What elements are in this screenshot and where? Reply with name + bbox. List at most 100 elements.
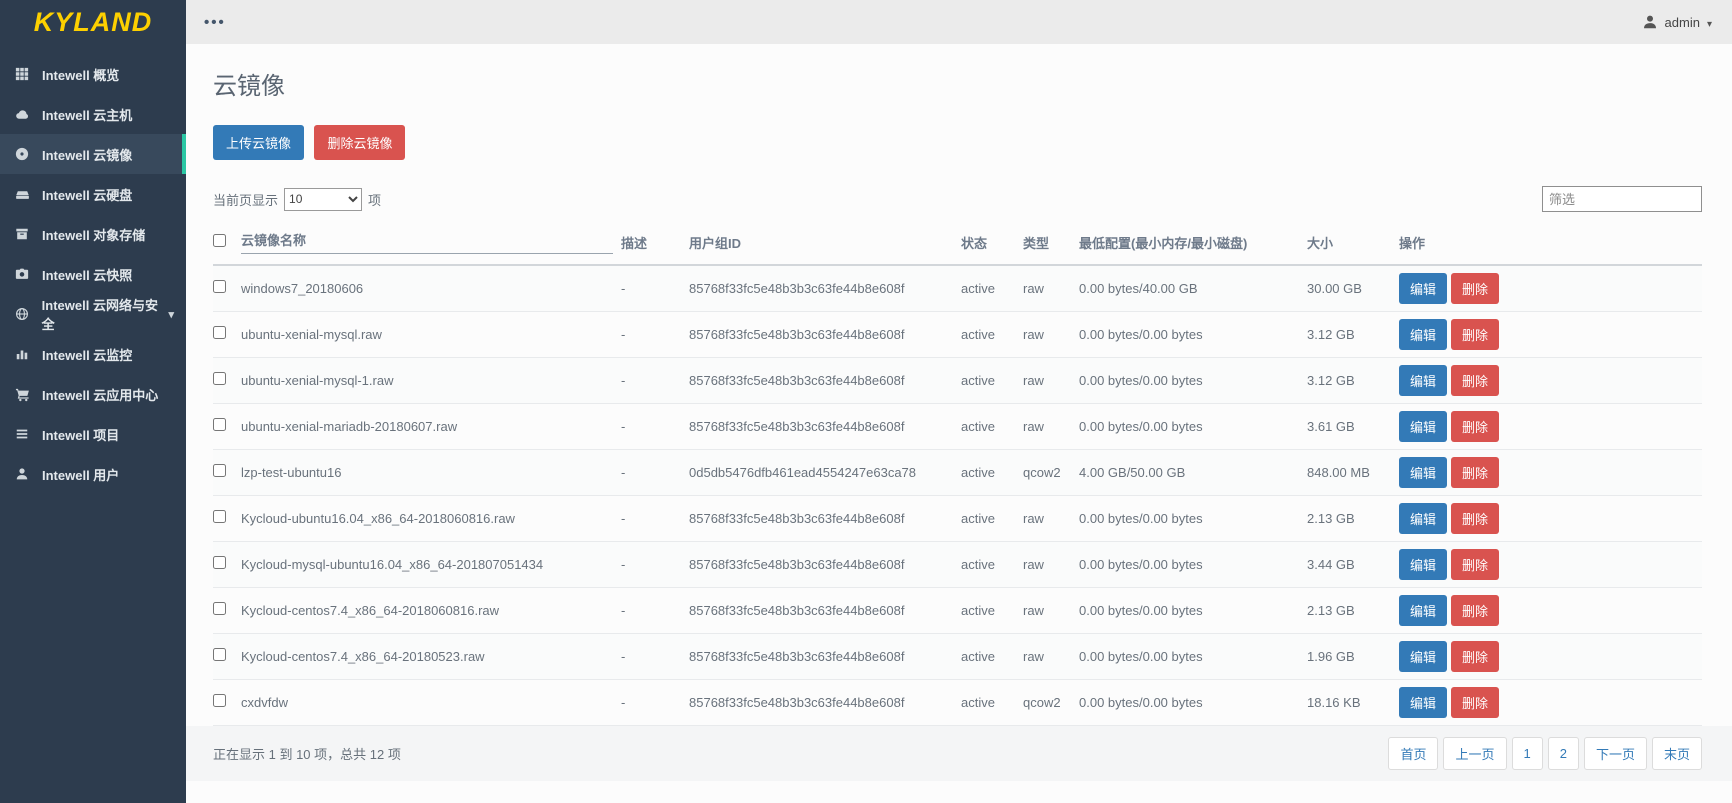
edit-button[interactable]: 编辑 [1399, 457, 1447, 488]
sidebar-item-8[interactable]: Intewell 云应用中心 [0, 374, 186, 414]
sidebar-item-10[interactable]: Intewell 用户 [0, 454, 186, 494]
sidebar: KYLAND Intewell 概览Intewell 云主机Intewell 云… [0, 0, 186, 803]
page-button[interactable]: 下一页 [1584, 737, 1647, 770]
column-header[interactable]: 状态 [961, 224, 1023, 265]
bar-chart-icon [15, 347, 32, 361]
image-size: 18.16 KB [1307, 679, 1399, 725]
column-header[interactable]: 用户组ID [689, 224, 961, 265]
image-size: 1.96 GB [1307, 633, 1399, 679]
image-type: raw [1023, 403, 1079, 449]
image-type: raw [1023, 587, 1079, 633]
edit-button[interactable]: 编辑 [1399, 273, 1447, 304]
sidebar-item-5[interactable]: Intewell 云快照 [0, 254, 186, 294]
delete-button[interactable]: 删除 [1451, 457, 1499, 488]
delete-button[interactable]: 删除 [1451, 365, 1499, 396]
row-checkbox[interactable] [213, 694, 226, 707]
row-checkbox[interactable] [213, 372, 226, 385]
page-size-select[interactable]: 10 [284, 188, 362, 211]
row-checkbox[interactable] [213, 418, 226, 431]
image-name: lzp-test-ubuntu16 [241, 449, 621, 495]
user-group-id: 85768f33fc5e48b3b3c63fe44b8e608f [689, 587, 961, 633]
min-config: 0.00 bytes/0.00 bytes [1079, 679, 1307, 725]
row-checkbox[interactable] [213, 280, 226, 293]
column-header[interactable]: 大小 [1307, 224, 1399, 265]
column-header[interactable]: 云镜像名称 [241, 224, 621, 265]
topbar: ••• admin [186, 0, 1732, 44]
list-icon [15, 427, 32, 441]
delete-button[interactable]: 删除 [1451, 503, 1499, 534]
user-group-id: 85768f33fc5e48b3b3c63fe44b8e608f [689, 541, 961, 587]
sidebar-item-9[interactable]: Intewell 项目 [0, 414, 186, 454]
row-checkbox[interactable] [213, 602, 226, 615]
edit-button[interactable]: 编辑 [1399, 503, 1447, 534]
page-button[interactable]: 首页 [1388, 737, 1438, 770]
sidebar-item-3[interactable]: Intewell 云硬盘 [0, 174, 186, 214]
image-status: active [961, 679, 1023, 725]
sidebar-item-7[interactable]: Intewell 云监控 [0, 334, 186, 374]
image-description: - [621, 311, 689, 357]
page-button[interactable]: 上一页 [1443, 737, 1506, 770]
image-type: raw [1023, 633, 1079, 679]
user-menu[interactable]: admin [1642, 14, 1712, 30]
sidebar-item-0[interactable]: Intewell 概览 [0, 54, 186, 94]
image-description: - [621, 265, 689, 311]
content: 云镜像 上传云镜像 删除云镜像 当前页显示 10 项 [186, 44, 1732, 803]
image-status: active [961, 357, 1023, 403]
page-button[interactable]: 末页 [1652, 737, 1702, 770]
sidebar-item-2[interactable]: Intewell 云镜像 [0, 134, 186, 174]
edit-button[interactable]: 编辑 [1399, 411, 1447, 442]
sidebar-nav: Intewell 概览Intewell 云主机Intewell 云镜像Intew… [0, 44, 186, 494]
delete-image-button[interactable]: 删除云镜像 [314, 125, 405, 160]
edit-button[interactable]: 编辑 [1399, 365, 1447, 396]
filter-input[interactable] [1542, 186, 1702, 212]
upload-image-button[interactable]: 上传云镜像 [213, 125, 304, 160]
sidebar-item-1[interactable]: Intewell 云主机 [0, 94, 186, 134]
edit-button[interactable]: 编辑 [1399, 641, 1447, 672]
user-group-id: 85768f33fc5e48b3b3c63fe44b8e608f [689, 265, 961, 311]
page-size-suffix: 项 [368, 190, 381, 209]
image-size: 3.61 GB [1307, 403, 1399, 449]
delete-button[interactable]: 删除 [1451, 319, 1499, 350]
column-header[interactable]: 最低配置(最小内存/最小磁盘) [1079, 224, 1307, 265]
filter-control [1542, 186, 1702, 212]
min-config: 0.00 bytes/0.00 bytes [1079, 541, 1307, 587]
row-checkbox[interactable] [213, 510, 226, 523]
delete-button[interactable]: 删除 [1451, 595, 1499, 626]
sidebar-item-4[interactable]: Intewell 对象存储 [0, 214, 186, 254]
edit-button[interactable]: 编辑 [1399, 549, 1447, 580]
row-checkbox[interactable] [213, 326, 226, 339]
page-button[interactable]: 1 [1512, 737, 1543, 770]
column-header[interactable]: 类型 [1023, 224, 1079, 265]
image-size: 848.00 MB [1307, 449, 1399, 495]
edit-button[interactable]: 编辑 [1399, 687, 1447, 718]
delete-button[interactable]: 删除 [1451, 641, 1499, 672]
edit-button[interactable]: 编辑 [1399, 319, 1447, 350]
kyland-logo[interactable]: KYLAND [0, 0, 186, 44]
pagination-info: 正在显示 1 到 10 项，总共 12 项 [213, 744, 401, 763]
column-header[interactable]: 描述 [621, 224, 689, 265]
delete-button[interactable]: 删除 [1451, 273, 1499, 304]
row-checkbox[interactable] [213, 648, 226, 661]
column-header[interactable]: 操作 [1399, 224, 1702, 265]
sidebar-item-6[interactable]: Intewell 云网络与安全 [0, 294, 186, 334]
disc-icon [15, 147, 32, 161]
min-config: 0.00 bytes/40.00 GB [1079, 265, 1307, 311]
delete-button[interactable]: 删除 [1451, 411, 1499, 442]
sidebar-item-label: Intewell 概览 [42, 65, 119, 84]
row-checkbox[interactable] [213, 556, 226, 569]
select-all-checkbox[interactable] [213, 234, 226, 247]
delete-button[interactable]: 删除 [1451, 687, 1499, 718]
user-name: admin [1665, 15, 1700, 30]
page-button[interactable]: 2 [1548, 737, 1579, 770]
edit-button[interactable]: 编辑 [1399, 595, 1447, 626]
table-row: windows7_20180606-85768f33fc5e48b3b3c63f… [213, 265, 1702, 311]
image-status: active [961, 403, 1023, 449]
image-type: raw [1023, 541, 1079, 587]
sidebar-item-label: Intewell 云快照 [42, 265, 132, 284]
cart-icon [15, 387, 32, 402]
image-size: 3.12 GB [1307, 357, 1399, 403]
delete-button[interactable]: 删除 [1451, 549, 1499, 580]
min-config: 0.00 bytes/0.00 bytes [1079, 357, 1307, 403]
row-checkbox[interactable] [213, 464, 226, 477]
menu-dots-icon[interactable]: ••• [204, 14, 226, 31]
